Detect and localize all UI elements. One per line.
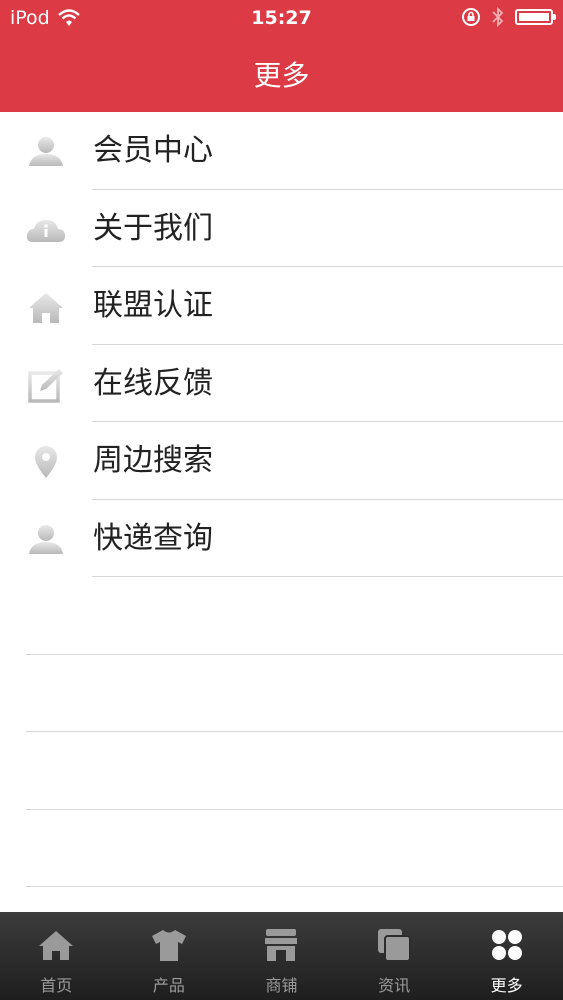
menu-list: 会员中心 关于我们 联盟认证 在线反馈 周边搜索 快递查询 [0,112,563,887]
news-icon [378,929,412,962]
menu-item-about-us[interactable]: 关于我们 [0,190,563,267]
menu-item-member-center[interactable]: 会员中心 [0,112,563,190]
grid-icon [491,930,522,960]
home-icon [39,931,74,960]
tab-more[interactable]: 更多 [450,912,563,1000]
store-icon [265,929,298,961]
tab-label: 更多 [490,976,523,995]
bluetooth-icon [492,7,504,27]
menu-item-express-query[interactable]: 快递查询 [0,500,563,577]
menu-item-online-feedback[interactable]: 在线反馈 [0,345,563,422]
empty-row [0,577,563,655]
tab-bar: 首页 产品 商铺 资讯 更多 [0,912,563,1000]
cloud-info-icon [26,219,65,242]
menu-item-alliance-certification[interactable]: 联盟认证 [0,267,563,345]
tab-label: 商铺 [265,976,298,995]
tab-label: 产品 [152,976,185,995]
empty-row [0,655,563,732]
home-icon [29,293,63,323]
menu-item-label: 快递查询 [93,520,213,556]
edit-icon [28,368,63,403]
tab-label: 首页 [40,976,73,995]
tab-label: 资讯 [378,976,411,995]
tab-news[interactable]: 资讯 [338,912,451,1000]
page-title: 更多 [253,59,310,92]
menu-item-label: 关于我们 [93,210,213,246]
tab-home[interactable]: 首页 [0,912,113,1000]
status-bar: iPod 15:27 [0,0,563,38]
header-bar: iPod 15:27 更多 [0,0,563,112]
battery-icon [515,9,556,25]
person-icon [29,524,63,554]
person-icon [29,137,63,166]
location-pin-icon [35,446,57,478]
tshirt-icon [151,930,186,961]
menu-item-nearby-search[interactable]: 周边搜索 [0,422,563,500]
empty-row [0,732,563,810]
menu-item-label: 周边搜索 [93,443,213,478]
rotation-lock-icon [462,8,480,26]
empty-row [0,810,563,887]
tab-products[interactable]: 产品 [113,912,226,1000]
menu-item-label: 在线反馈 [93,365,213,401]
menu-item-label: 联盟认证 [93,288,213,323]
menu-item-label: 会员中心 [93,133,213,168]
tab-shops[interactable]: 商铺 [225,912,338,1000]
